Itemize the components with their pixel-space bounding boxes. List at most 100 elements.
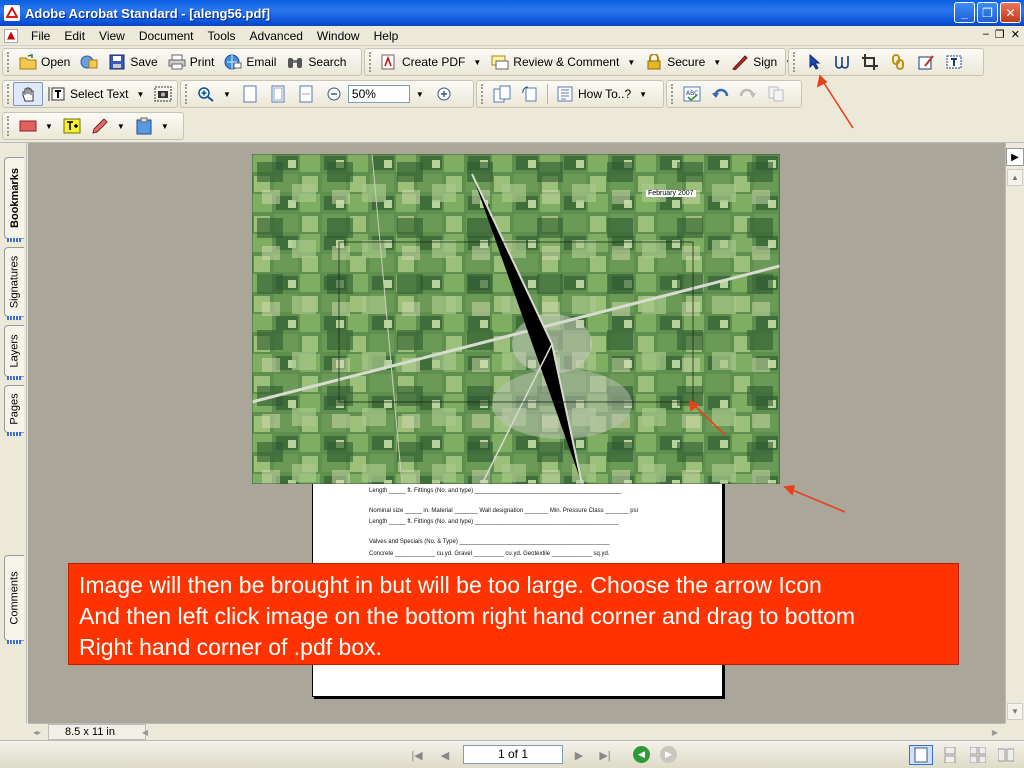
attach-file-button[interactable]: ▼ — [130, 114, 174, 138]
chevron-down-icon[interactable]: ▼ — [45, 122, 53, 131]
select-text-label: Select Text — [70, 87, 129, 101]
page-number-input[interactable]: 1 of 1 — [463, 745, 563, 764]
zoom-out-button[interactable] — [320, 82, 348, 106]
close-button[interactable]: ✕ — [1000, 2, 1021, 23]
hand-tool-button[interactable] — [13, 82, 43, 106]
tab-comments[interactable]: Comments — [4, 555, 24, 644]
menu-window[interactable]: Window — [310, 26, 367, 46]
window-title: Adobe Acrobat Standard - [aleng56.pdf] — [25, 5, 271, 21]
first-page-icon[interactable]: |◀ — [408, 746, 426, 764]
menu-help[interactable]: Help — [367, 26, 406, 46]
zoom-in-tool-button[interactable]: ▼ — [192, 82, 236, 106]
vertical-scrollbar[interactable]: ▶ ▲ ▼ — [1005, 143, 1024, 723]
doc-close-button[interactable]: ✕ — [1011, 28, 1020, 41]
rotate-counter-button[interactable] — [516, 82, 544, 106]
chevron-down-icon[interactable]: ▼ — [473, 58, 481, 67]
tab-bookmarks[interactable]: Bookmarks — [4, 157, 24, 242]
toolbar-grip[interactable] — [793, 52, 796, 72]
panel-toggle-arrow-icon[interactable]: ▶ — [1006, 148, 1024, 166]
menu-file[interactable]: File — [24, 26, 57, 46]
chevron-down-icon[interactable]: ▼ — [223, 90, 231, 99]
chevron-down-icon[interactable]: ▼ — [713, 58, 721, 67]
zoom-in-button[interactable] — [430, 82, 458, 106]
tab-layers[interactable]: Layers — [4, 325, 24, 380]
doc-restore-button[interactable]: ❐ — [995, 28, 1005, 41]
select-text-button[interactable]: Select Text ▼ — [43, 82, 149, 106]
menu-advanced[interactable]: Advanced — [243, 26, 310, 46]
rectangle-tool-button[interactable]: ▼ — [14, 114, 58, 138]
menu-tools[interactable]: Tools — [201, 26, 243, 46]
chevron-down-icon[interactable]: ▼ — [136, 90, 144, 99]
toolbar-grip[interactable] — [7, 116, 10, 136]
chevron-down-icon[interactable]: ▼ — [639, 90, 647, 99]
chevron-down-icon[interactable]: ▼ — [161, 122, 169, 131]
touchup-text-button[interactable] — [940, 50, 968, 74]
doc-minimize-button[interactable]: – — [983, 28, 989, 41]
scroll-left-icon[interactable]: ◀ — [138, 725, 152, 739]
options-arrows-icon[interactable]: ◂▸ — [30, 725, 44, 739]
scroll-right-icon[interactable]: ▶ — [988, 725, 1002, 739]
previous-page-icon[interactable]: ◀ — [436, 746, 454, 764]
last-page-icon[interactable]: ▶| — [596, 746, 614, 764]
next-view-icon[interactable]: ▶ — [660, 746, 677, 763]
fit-width-button[interactable] — [292, 82, 320, 106]
snapshot-button[interactable] — [149, 82, 177, 106]
horizontal-scrollbar[interactable]: ◂▸ 8.5 x 11 in ◀ ▶ — [28, 723, 1005, 740]
callout-line-2: And then left click image on the bottom … — [79, 603, 856, 629]
toolbar-grip[interactable] — [7, 52, 10, 72]
email-button[interactable]: Email — [219, 50, 281, 74]
menu-edit[interactable]: Edit — [57, 26, 92, 46]
next-page-icon[interactable]: ▶ — [570, 746, 588, 764]
previous-view-icon[interactable]: ◀ — [633, 746, 650, 763]
toolbar-grip[interactable] — [185, 84, 188, 104]
menu-view[interactable]: View — [92, 26, 132, 46]
link-button[interactable] — [884, 50, 912, 74]
crop-button[interactable] — [856, 50, 884, 74]
open-button[interactable]: Open — [14, 50, 75, 74]
chevron-down-icon[interactable]: ▼ — [117, 122, 125, 131]
scroll-up-icon[interactable]: ▲ — [1007, 169, 1023, 186]
redo-button[interactable] — [734, 82, 762, 106]
chevron-down-icon[interactable]: ▼ — [627, 58, 635, 67]
select-object-button[interactable] — [800, 50, 828, 74]
tab-signatures[interactable]: Signatures — [4, 247, 24, 320]
continuous-layout-icon[interactable] — [938, 745, 962, 765]
text-box-icon — [63, 117, 81, 135]
review-comment-button[interactable]: Review & Comment ▼ — [486, 50, 640, 74]
search-button[interactable]: Search — [281, 50, 351, 74]
document-viewport[interactable]: Length _____ ft. Fittings (No. and type)… — [28, 143, 1005, 723]
zoom-dropdown-chevron-icon[interactable]: ▼ — [416, 90, 424, 99]
toolbar-grip[interactable] — [369, 52, 371, 72]
tab-pages[interactable]: Pages — [4, 385, 24, 436]
text-box-tool-button[interactable] — [58, 114, 86, 138]
actual-size-button[interactable] — [236, 82, 264, 106]
how-to-button[interactable]: How To..? ▼ — [551, 82, 652, 106]
minimize-button[interactable]: _ — [954, 2, 975, 23]
single-page-layout-icon[interactable] — [909, 745, 933, 765]
copy-button[interactable] — [762, 82, 790, 106]
organizer-button[interactable] — [75, 50, 103, 74]
touchup-reading-order-button[interactable] — [828, 50, 856, 74]
facing-layout-icon[interactable] — [966, 745, 990, 765]
undo-button[interactable] — [706, 82, 734, 106]
document-menu-icon[interactable] — [4, 28, 18, 43]
restore-button[interactable]: ❐ — [977, 2, 998, 23]
toolbar-grip[interactable] — [7, 84, 9, 104]
scroll-down-icon[interactable]: ▼ — [1007, 703, 1023, 720]
touchup-object-button[interactable] — [912, 50, 940, 74]
save-button[interactable]: Save — [103, 50, 162, 74]
toolbar-grip[interactable] — [481, 84, 484, 104]
pencil-tool-button[interactable]: ▼ — [86, 114, 130, 138]
secure-button[interactable]: Secure ▼ — [640, 50, 726, 74]
aerial-map-image[interactable]: February 2007 — [252, 154, 780, 484]
print-button[interactable]: Print — [163, 50, 220, 74]
toolbar-grip[interactable] — [671, 84, 674, 104]
fit-page-button[interactable] — [264, 82, 292, 106]
menu-document[interactable]: Document — [132, 26, 201, 46]
secure-label: Secure — [667, 55, 706, 69]
spell-check-button[interactable]: ABC — [678, 82, 706, 106]
create-pdf-button[interactable]: Create PDF ▼ — [375, 50, 486, 74]
rotate-view-button[interactable] — [488, 82, 516, 106]
zoom-level-input[interactable]: 50% — [347, 85, 410, 103]
continuous-facing-layout-icon[interactable] — [994, 745, 1018, 765]
